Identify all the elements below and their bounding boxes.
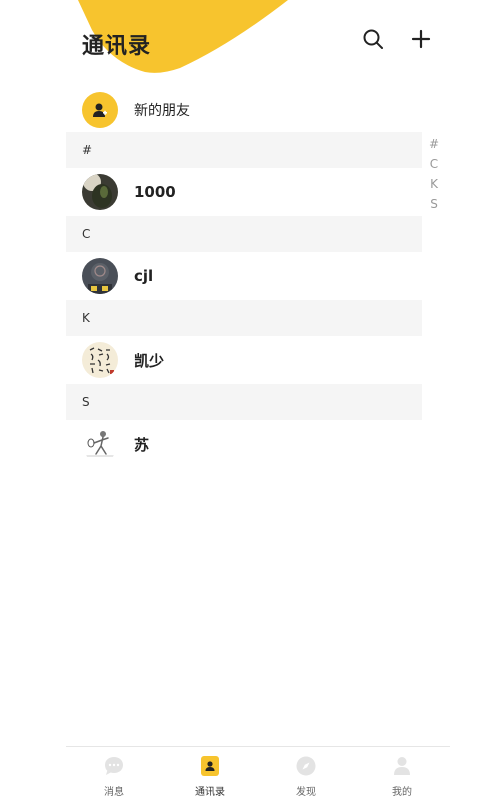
contact-list: 新的朋友 # 1000 C cjl K 凯少 S 苏 [66,88,422,468]
search-button[interactable] [358,24,388,54]
plus-icon [411,29,431,49]
tab-messages[interactable]: 消息 [66,747,162,800]
add-button[interactable] [406,24,436,54]
bottom-tab-bar: 消息 通讯录 发现 我的 [66,746,450,800]
contact-name: cjl [134,267,154,285]
new-friends-row[interactable]: 新的朋友 [66,88,422,132]
contact-row[interactable]: 苏 [66,420,422,468]
section-header-hash: # [66,132,422,168]
profile-icon [391,755,413,777]
tab-discover[interactable]: 发现 [258,747,354,800]
section-header-c: C [66,216,422,252]
new-friends-label: 新的朋友 [134,103,190,119]
contact-row[interactable]: cjl [66,252,422,300]
contact-row[interactable]: 凯少 [66,336,422,384]
search-icon [363,29,383,49]
tab-label: 我的 [392,787,412,798]
chat-bubble-icon [103,755,125,777]
avatar [82,258,118,294]
section-header-k: K [66,300,422,336]
index-letter-s[interactable]: S [430,194,438,214]
header: 通讯录 [0,0,480,90]
contact-name: 凯少 [134,351,165,370]
contacts-icon [199,755,221,777]
index-letter-k[interactable]: K [430,174,438,194]
section-header-s: S [66,384,422,420]
tab-label: 通讯录 [195,787,225,798]
tab-contacts[interactable]: 通讯录 [162,747,258,800]
tab-label: 发现 [296,787,316,798]
contact-name: 1000 [134,183,176,201]
avatar [82,426,118,462]
index-letter-c[interactable]: C [430,154,438,174]
index-letter-hash[interactable]: # [429,134,439,154]
contact-name: 苏 [134,435,150,454]
avatar [82,174,118,210]
compass-icon [295,755,317,777]
tab-label: 消息 [104,787,124,798]
tab-profile[interactable]: 我的 [354,747,450,800]
contact-row[interactable]: 1000 [66,168,422,216]
avatar [82,342,118,378]
person-add-icon [82,92,118,128]
page-title: 通讯录 [82,34,152,59]
alphabet-index-bar: # C K S [428,134,440,214]
